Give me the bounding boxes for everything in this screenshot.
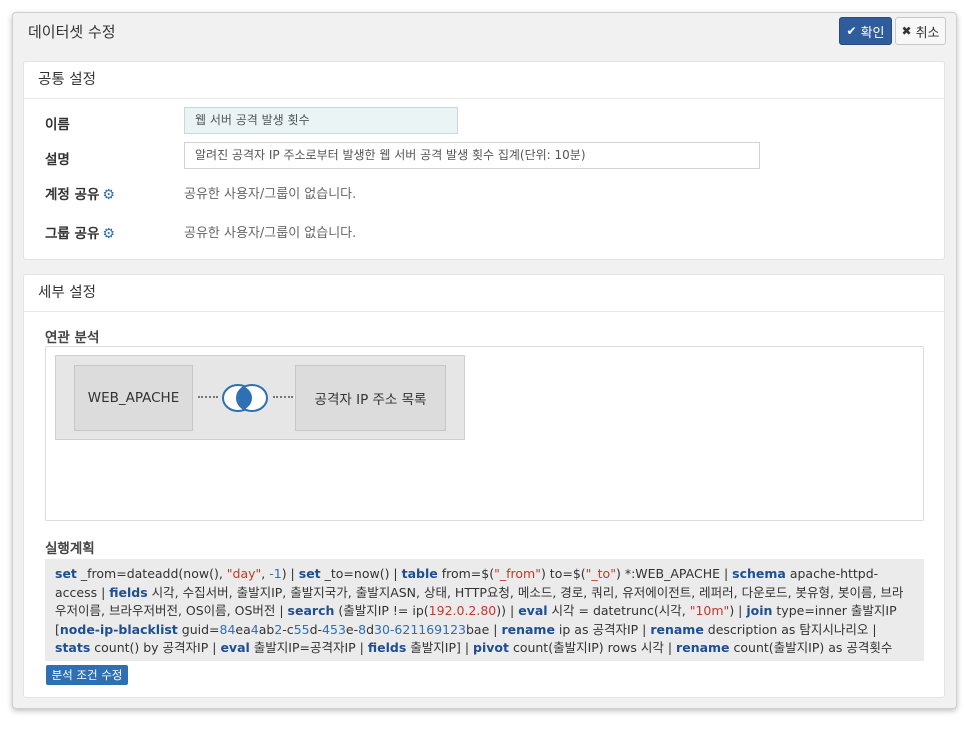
- plan-token-num: 84: [219, 621, 236, 637]
- name-label: 이름: [45, 117, 70, 133]
- plan-token-txt: 시각 = datetrunc(시각,: [547, 603, 690, 618]
- gear-icon[interactable]: ⚙: [102, 187, 115, 203]
- plan-token-num: -1: [269, 566, 282, 581]
- plan-token-txt: count() by 공격자IP |: [90, 640, 221, 655]
- plan-token-txt: ab: [258, 621, 275, 637]
- plan-token-txt: d-: [309, 621, 323, 637]
- common-settings-panel: 공통 설정 이름 웹 서버 공격 발생 횟수 설명 알려진 공격자 IP 주소로…: [23, 61, 945, 260]
- gear-icon[interactable]: ⚙: [102, 226, 115, 242]
- edit-analysis-button[interactable]: 분석 조건 수정: [46, 665, 128, 685]
- plan-token-kw: table: [401, 566, 438, 581]
- name-field[interactable]: 웹 서버 공격 발생 횟수: [184, 107, 458, 134]
- plan-token-txt: )) |: [496, 603, 519, 618]
- description-label: 설명: [45, 152, 70, 168]
- detail-settings-title: 세부 설정: [24, 275, 944, 312]
- plan-token-txt: _to=now() |: [320, 566, 402, 581]
- plan-token-num: 453: [322, 621, 346, 637]
- account-share-label: 계정 공유 ⚙: [45, 183, 115, 203]
- join-diagram: WEB_APACHE 공격자 IP 주소 목록: [55, 355, 465, 440]
- plan-token-num: 8: [358, 621, 367, 637]
- plan-token-txt: e-: [345, 621, 359, 637]
- right-connector: [273, 396, 293, 398]
- plan-token-kw: stats: [55, 640, 91, 655]
- plan-token-kw: pivot: [473, 640, 509, 655]
- plan-token-kw: join: [746, 603, 773, 618]
- plan-token-txt: description as 탐지시나리오 |: [703, 621, 877, 637]
- plan-token-str: "_from": [494, 566, 541, 581]
- plan-token-txt: ) |: [281, 566, 299, 581]
- plan-token-str: "_to": [585, 566, 616, 581]
- cancel-button[interactable]: ✖ 취소: [895, 17, 946, 45]
- plan-token-txt: 출발지IP] |: [406, 640, 474, 655]
- check-icon: ✔: [846, 24, 857, 38]
- plan-token-txt: 출발지IP=공격자IP |: [249, 640, 368, 655]
- plan-token-txt: ea: [235, 621, 251, 637]
- plan-token-txt: bae |: [466, 621, 502, 637]
- cancel-button-label: 취소: [915, 25, 940, 41]
- plan-token-txt: ) *:WEB_APACHE |: [615, 566, 733, 581]
- plan-token-kw: eval: [220, 640, 250, 655]
- plan-token-num: 55: [293, 621, 310, 637]
- plan-token-txt: -c: [282, 621, 294, 637]
- account-share-label-text: 계정 공유: [45, 187, 100, 203]
- plan-token-kw: node-ip-blacklist: [59, 621, 178, 637]
- plan-token-kw: rename: [501, 621, 555, 637]
- detail-settings-panel: 세부 설정 연관 분석 WEB_APACHE 공격자 IP 주소 목록 실행계획…: [23, 274, 945, 698]
- plan-token-str: "10m": [689, 603, 730, 618]
- times-icon: ✖: [901, 24, 912, 38]
- plan-token-txt: from=$(: [437, 566, 495, 581]
- relation-analysis-label: 연관 분석: [45, 330, 100, 346]
- plan-token-kw: rename: [650, 621, 704, 637]
- plan-token-txt: guid=: [177, 621, 220, 637]
- execution-plan-label: 실행계획: [45, 541, 95, 557]
- confirm-button-label: 확인: [860, 25, 885, 41]
- plan-token-txt: (출발지IP != ip(: [334, 603, 429, 618]
- relation-analysis-area: WEB_APACHE 공격자 IP 주소 목록: [45, 346, 924, 521]
- plan-token-kw: rename: [676, 640, 730, 655]
- plan-token-kw: fields: [109, 584, 148, 600]
- plan-token-txt: ) to=$(: [540, 566, 586, 581]
- inner-join-icon[interactable]: [221, 383, 269, 413]
- common-settings-title: 공통 설정: [24, 62, 944, 99]
- execution-plan-query: set _from=dateadd(now(), "day", -1) | se…: [45, 559, 924, 661]
- group-share-label: 그룹 공유 ⚙: [45, 222, 115, 242]
- plan-token-kw: set: [298, 566, 321, 581]
- dataset-edit-dialog: 데이터셋 수정 ✔ 확인 ✖ 취소 공통 설정 이름 웹 서버 공격 발생 횟수…: [12, 12, 957, 709]
- plan-token-kw: schema: [732, 566, 786, 581]
- plan-token-num: 4: [250, 621, 259, 637]
- plan-token-num: 30-621169123: [374, 621, 466, 637]
- plan-token-txt: count(출발지IP) as 공격횟수: [729, 640, 893, 655]
- plan-token-kw: fields: [367, 640, 407, 655]
- account-share-value: 공유한 사용자/그룹이 없습니다.: [184, 187, 357, 202]
- left-connector: [198, 396, 218, 398]
- dialog-title: 데이터셋 수정: [28, 23, 116, 41]
- right-node[interactable]: 공격자 IP 주소 목록: [295, 365, 446, 431]
- plan-token-txt: ip as 공격자IP |: [554, 621, 651, 637]
- plan-token-txt: d: [366, 621, 374, 637]
- plan-token-str: 192.0.2.80: [428, 603, 497, 618]
- left-node[interactable]: WEB_APACHE: [74, 365, 193, 431]
- group-share-label-text: 그룹 공유: [45, 226, 100, 242]
- plan-token-txt: _from=dateadd(now(),: [76, 566, 227, 581]
- group-share-value: 공유한 사용자/그룹이 없습니다.: [184, 226, 357, 241]
- plan-token-txt: ) |: [729, 603, 747, 618]
- plan-token-kw: set: [55, 566, 77, 581]
- confirm-button[interactable]: ✔ 확인: [839, 17, 892, 45]
- plan-token-kw: eval: [518, 603, 548, 618]
- description-field[interactable]: 알려진 공격자 IP 주소로부터 발생한 웹 서버 공격 발생 횟수 집계(단위…: [184, 142, 760, 169]
- plan-token-str: "day": [226, 566, 262, 581]
- plan-token-kw: search: [287, 603, 335, 618]
- plan-token-txt: count(출발지IP) rows 시각 |: [508, 640, 677, 655]
